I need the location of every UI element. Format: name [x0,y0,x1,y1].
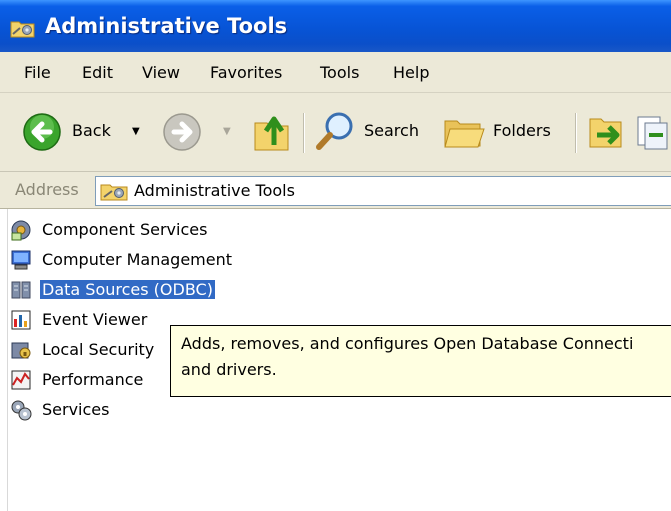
services-icon [10,399,32,421]
title-bar[interactable]: Administrative Tools [0,0,671,52]
folders-label: Folders [493,121,551,140]
address-value: Administrative Tools [134,181,295,200]
toolbar: Back ▼ ▼ Search Folders [0,93,671,172]
address-field[interactable]: Administrative Tools [95,176,671,206]
performance-icon [10,369,32,391]
back-dropdown-icon[interactable]: ▼ [132,126,140,137]
magnifier-icon [314,109,358,157]
item-label: Computer Management [42,250,233,269]
back-arrow-icon [22,112,62,156]
computer-management-icon [10,249,32,271]
forward-arrow-icon [162,112,202,156]
forward-button[interactable]: ▼ [160,93,240,171]
tooltip-line-1: Adds, removes, and configures Open Datab… [181,334,634,353]
item-label: Data Sources (ODBC) [40,280,215,299]
folder-up-icon [252,109,292,157]
menu-view[interactable]: View [142,63,180,82]
move-to-button[interactable] [585,93,627,171]
tooltip-line-2: and drivers. [181,360,277,379]
local-security-icon [10,339,32,361]
menu-favorites[interactable]: Favorites [210,63,282,82]
menu-file[interactable]: File [24,63,51,82]
back-button[interactable]: Back ▼ [20,93,160,171]
administrative-tools-folder-icon [100,181,130,205]
up-button[interactable] [246,93,296,171]
item-label: Services [42,400,110,419]
folders-icon [442,111,486,155]
administrative-tools-folder-icon [10,18,36,42]
event-viewer-icon [10,309,32,331]
component-services-icon [10,219,32,241]
address-label: Address [15,180,79,199]
list-edge [7,209,8,511]
window-title: Administrative Tools [45,14,288,38]
item-label: Local Security [42,340,155,359]
data-sources-icon [10,279,32,301]
item-label: Component Services [42,220,208,239]
menu-bar: File Edit View Favorites Tools Help [0,52,671,93]
menu-tools[interactable]: Tools [320,63,359,82]
item-label: Performance [42,370,144,389]
search-label: Search [364,121,419,140]
tooltip: Adds, removes, and configures Open Datab… [170,325,671,397]
menu-edit[interactable]: Edit [82,63,113,82]
address-bar: Address Administrative Tools [0,172,671,209]
search-button[interactable]: Search [312,93,430,171]
menu-help[interactable]: Help [393,63,429,82]
move-to-icon [587,111,625,155]
toolbar-separator [575,113,577,153]
copy-to-icon [634,111,671,155]
item-label: Event Viewer [42,310,148,329]
copy-to-button[interactable] [632,93,671,171]
forward-dropdown-icon[interactable]: ▼ [223,126,231,137]
folders-button[interactable]: Folders [440,93,565,171]
back-label: Back [72,121,111,140]
toolbar-separator [303,113,305,153]
